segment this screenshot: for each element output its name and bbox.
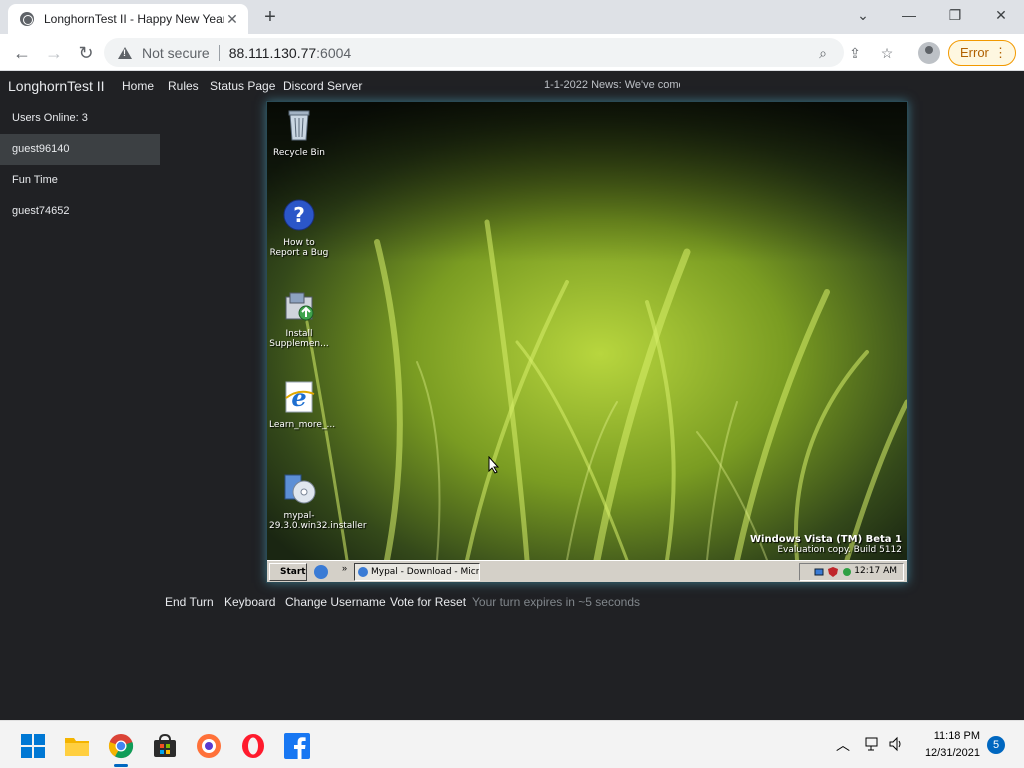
microsoft-store-icon[interactable] (152, 733, 178, 759)
desktop-icon-install[interactable]: Install Supplemen... (269, 289, 329, 349)
opera-icon[interactable] (240, 733, 266, 759)
tab-title: LonghornTest II - Happy New Year (44, 12, 224, 26)
nav-home[interactable]: Home (122, 79, 154, 93)
recycle-bin-icon (288, 110, 310, 141)
keyboard-button[interactable]: Keyboard (224, 595, 275, 609)
zoom-icon[interactable]: ⌕ (814, 44, 832, 62)
vm-screen[interactable]: Recycle Bin ? How to Report a Bug Instal… (266, 101, 908, 583)
nav-rules[interactable]: Rules (168, 79, 199, 93)
change-username-button[interactable]: Change Username (285, 595, 386, 609)
network-icon[interactable] (864, 736, 880, 752)
address-bar[interactable]: Not secure 88.111.130.77:6004 ⌕ ⇪ ☆ (104, 38, 893, 67)
speaker-icon[interactable] (888, 736, 904, 752)
chrome-icon[interactable] (108, 733, 134, 759)
host-clock-date[interactable]: 12/31/2021 (910, 747, 980, 759)
browser-tab-strip: LonghornTest II - Happy New Year ✕ + ⌄ —… (0, 0, 1024, 34)
restore-icon[interactable]: ❐ (932, 0, 978, 30)
nav-discord-server[interactable]: Discord Server (283, 79, 362, 93)
warning-icon[interactable] (118, 46, 132, 59)
desktop-icon-recycle-bin[interactable]: Recycle Bin (269, 108, 329, 158)
close-window-icon[interactable]: ✕ (978, 0, 1024, 30)
chevron-up-icon[interactable]: ︿ (836, 735, 850, 755)
vote-reset-button[interactable]: Vote for Reset (390, 595, 466, 609)
desktop-icon-label: mypal-29.3.0.win32.installer (269, 511, 367, 531)
menu-dots-icon[interactable]: ⋮ (994, 41, 1007, 65)
url-host: 88.111.130.77 (228, 44, 317, 61)
desktop-icon-learn-more[interactable]: e Learn_more_... (269, 380, 336, 430)
watermark-title: Windows Vista (TM) Beta 1 (750, 534, 902, 545)
browser-toolbar: ← → ↻ Not secure 88.111.130.77:6004 ⌕ ⇪ … (0, 34, 1024, 71)
internet-explorer-icon: e (285, 381, 315, 413)
tab-search-icon[interactable]: ⌄ (840, 0, 886, 30)
svg-text:e: e (291, 383, 306, 412)
back-arrow-icon[interactable]: ← (10, 41, 34, 65)
installer-icon (285, 292, 314, 321)
vm-start-button[interactable]: Start (269, 563, 307, 581)
desktop-icon-report-bug[interactable]: ? How to Report a Bug (269, 198, 329, 258)
desktop-icon-label: How to Report a Bug (269, 238, 329, 258)
url-text[interactable]: 88.111.130.77:6004 (229, 45, 352, 61)
vista-watermark: Windows Vista (TM) Beta 1 Evaluation cop… (750, 534, 902, 555)
network-icon[interactable] (814, 567, 824, 577)
desktop-icon-label: Install Supplemen... (269, 329, 329, 349)
bookmark-star-icon[interactable]: ☆ (878, 44, 896, 62)
globe-icon (20, 12, 34, 26)
facebook-icon[interactable] (284, 733, 310, 759)
divider (218, 44, 220, 61)
svg-text:?: ? (293, 203, 305, 227)
url-port: :6004 (316, 44, 352, 61)
mouse-cursor-icon (488, 456, 500, 474)
brave-browser-icon[interactable] (196, 733, 222, 759)
user-list: Users Online: 3 guest96140 Fun Time gues… (0, 103, 160, 227)
page-content: LonghornTest II Home Rules Status Page D… (0, 71, 1024, 720)
turn-status-text: Your turn expires in ~5 seconds (472, 595, 640, 609)
help-icon: ? (283, 199, 315, 231)
vm-task-button[interactable]: Mypal - Download - Micro... (354, 563, 480, 581)
setup-cd-icon (284, 474, 316, 504)
site-brand[interactable]: LonghornTest II (8, 78, 105, 94)
minimize-icon[interactable]: — (886, 0, 932, 30)
site-header: LonghornTest II Home Rules Status Page D… (0, 71, 1024, 101)
reload-icon[interactable]: ↻ (74, 41, 98, 65)
update-icon[interactable] (842, 567, 852, 577)
quicklaunch-chevron[interactable]: » (342, 563, 347, 573)
user-item-fun-time[interactable]: Fun Time (0, 165, 160, 196)
security-status[interactable]: Not secure (142, 45, 210, 61)
grass-wallpaper (267, 102, 907, 560)
end-turn-button[interactable]: End Turn (165, 595, 214, 609)
profile-avatar-icon[interactable] (918, 42, 940, 64)
desktop-icon-label: Learn_more_... (269, 420, 336, 430)
user-item-guest74652[interactable]: guest74652 (0, 196, 160, 227)
error-button[interactable]: Error ⋮ (948, 40, 1016, 66)
file-explorer-icon[interactable] (64, 733, 90, 759)
close-tab-icon[interactable]: ✕ (224, 11, 240, 28)
nav-status-page[interactable]: Status Page (210, 79, 275, 93)
new-tab-button[interactable]: + (258, 6, 282, 28)
vm-taskbar: Start » Mypal - Download - Micro... 12:1… (267, 560, 907, 582)
host-clock-time[interactable]: 11:18 PM (920, 730, 980, 742)
security-shield-icon[interactable] (828, 567, 838, 577)
ie-quicklaunch-icon[interactable] (314, 565, 328, 579)
desktop-icon-mypal-installer[interactable]: mypal-29.3.0.win32.installer (269, 471, 367, 531)
user-item-guest96140[interactable]: guest96140 (0, 134, 160, 165)
error-label: Error (960, 45, 989, 60)
forward-arrow-icon[interactable]: → (42, 41, 66, 65)
active-app-indicator (114, 764, 128, 767)
notification-badge[interactable]: 5 (987, 736, 1005, 754)
host-taskbar: ︿ 11:18 PM 12/31/2021 5 (0, 720, 1024, 768)
vm-system-tray: 12:17 AM (799, 563, 904, 581)
windows-start-icon[interactable] (20, 733, 46, 759)
browser-tab[interactable]: LonghornTest II - Happy New Year ✕ (8, 4, 248, 34)
watermark-build: Evaluation copy. Build 5112 (777, 545, 902, 555)
vm-clock: 12:17 AM (854, 566, 897, 576)
users-online-count: Users Online: 3 (12, 112, 88, 124)
news-ticker: 1-1-2022 News: We've come (544, 79, 680, 91)
share-icon[interactable]: ⇪ (846, 44, 864, 62)
desktop-icon-label: Recycle Bin (273, 148, 325, 158)
